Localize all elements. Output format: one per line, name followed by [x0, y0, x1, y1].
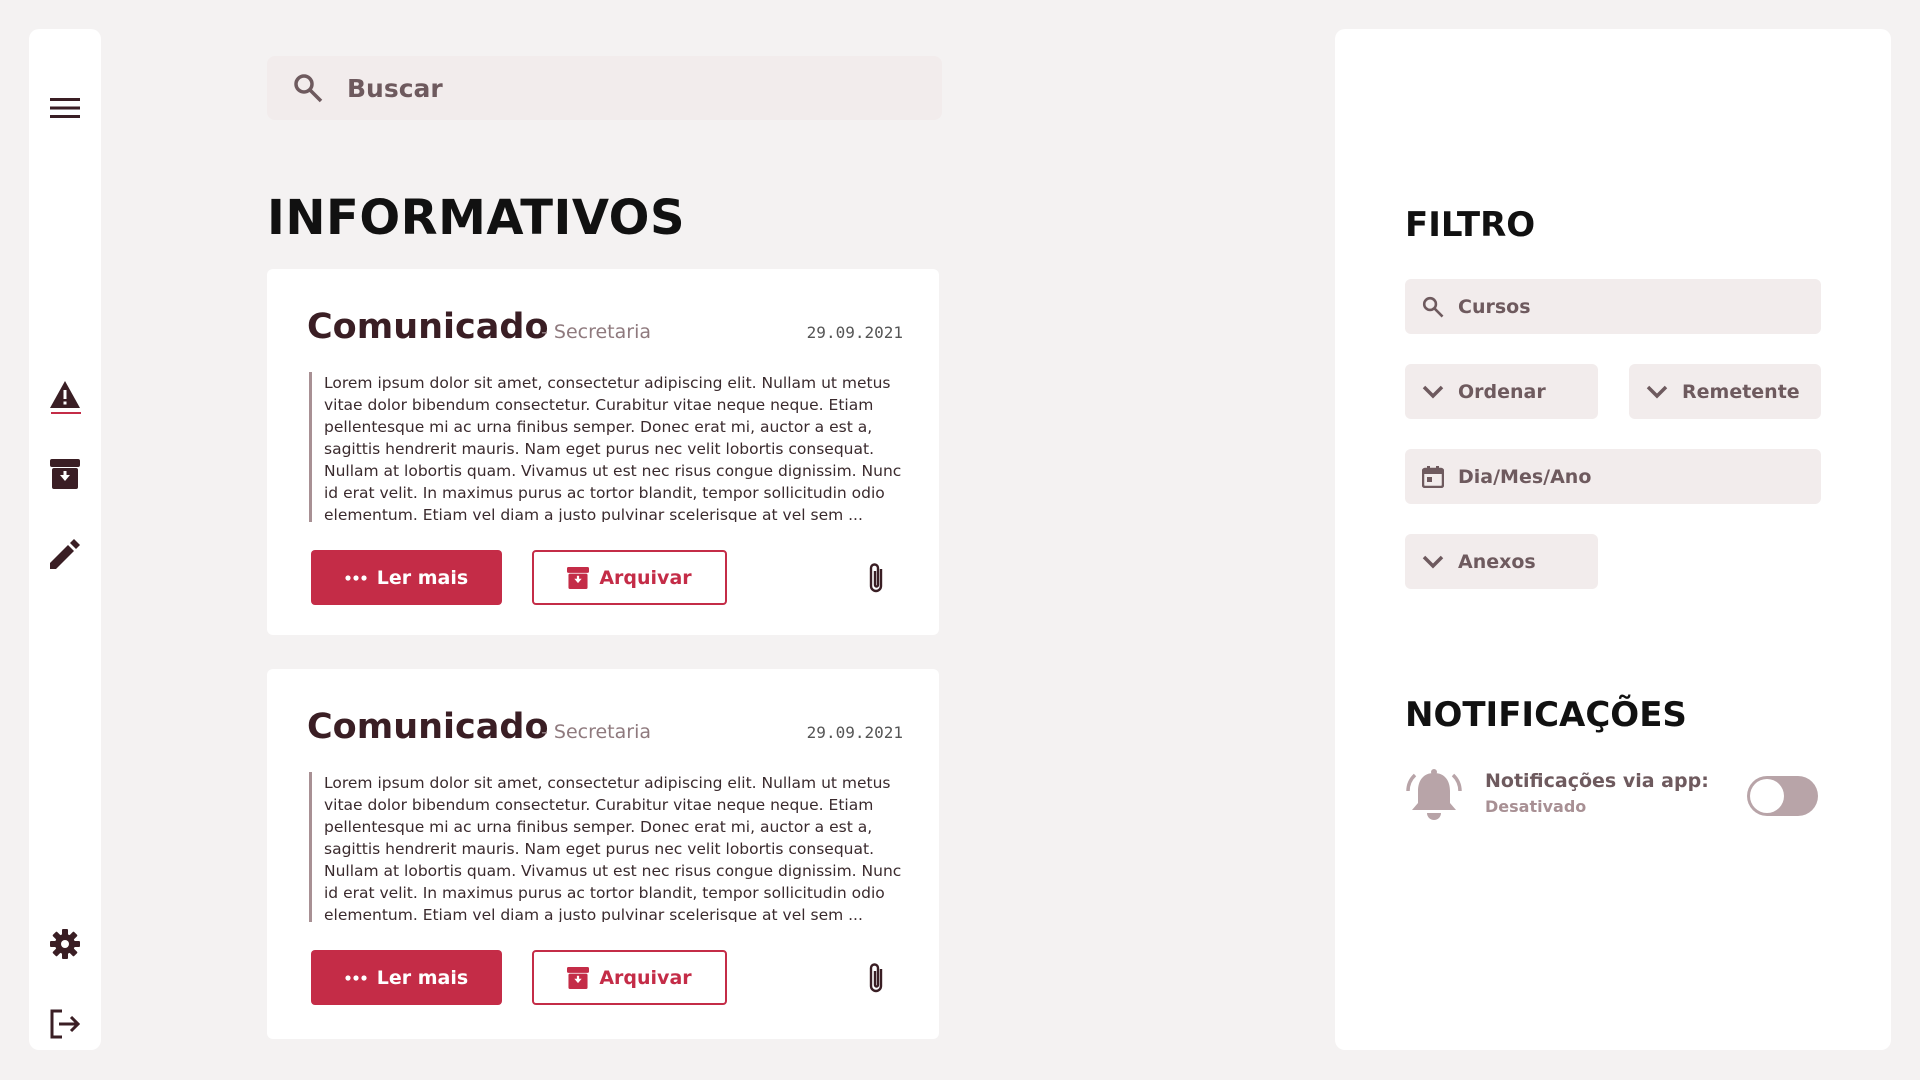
archive-icon	[567, 566, 590, 589]
pencil-icon[interactable]	[50, 539, 80, 569]
chevron-down-icon	[1422, 555, 1444, 568]
archive-icon	[567, 966, 590, 989]
announcement-card: Comunicado - Secretaria 29.09.2021 Lorem…	[267, 269, 939, 635]
notifications-title: NOTIFICAÇÕES	[1405, 695, 1687, 735]
more-dots-icon	[345, 574, 367, 581]
archive-icon[interactable]	[50, 459, 80, 489]
archive-button[interactable]: Arquivar	[532, 550, 727, 605]
warning-icon[interactable]	[50, 381, 80, 408]
attachment-icon[interactable]	[867, 961, 887, 995]
card-sender: - Secretaria	[541, 721, 652, 743]
read-more-label: Ler mais	[376, 966, 469, 989]
card-sender: - Secretaria	[541, 321, 652, 343]
date-label: Dia/Mes/Ano	[1458, 465, 1592, 488]
card-body: Lorem ipsum dolor sit amet, consectetur …	[309, 772, 914, 922]
read-more-button[interactable]: Ler mais	[311, 550, 502, 605]
filter-panel: FILTRO Cursos Ordenar Remetente Dia/Mes/…	[1335, 29, 1891, 1050]
more-dots-icon	[345, 974, 367, 981]
active-indicator	[51, 412, 81, 414]
sidebar	[29, 29, 101, 1050]
attachments-dropdown[interactable]: Anexos	[1405, 534, 1598, 589]
order-label: Ordenar	[1458, 380, 1546, 403]
search-bar	[267, 56, 942, 120]
logout-icon[interactable]	[50, 1009, 80, 1039]
archive-label: Arquivar	[599, 966, 692, 989]
toggle-knob	[1750, 779, 1784, 813]
archive-button[interactable]: Arquivar	[532, 950, 727, 1005]
chevron-down-icon	[1646, 385, 1668, 398]
archive-label: Arquivar	[599, 566, 692, 589]
notifications-toggle[interactable]	[1747, 776, 1818, 816]
card-date: 29.09.2021	[806, 723, 903, 742]
search-icon	[294, 74, 323, 103]
card-date: 29.09.2021	[806, 323, 903, 342]
attachment-icon[interactable]	[867, 561, 887, 595]
search-input[interactable]	[345, 72, 909, 104]
page-title: INFORMATIVOS	[267, 190, 686, 246]
notifications-label: Notificações via app:	[1485, 770, 1709, 792]
read-more-label: Ler mais	[376, 566, 469, 589]
sender-dropdown[interactable]: Remetente	[1629, 364, 1821, 419]
search-icon	[1422, 296, 1444, 317]
filter-title: FILTRO	[1405, 205, 1536, 245]
courses-label: Cursos	[1458, 295, 1531, 318]
announcement-card: Comunicado - Secretaria 29.09.2021 Lorem…	[267, 669, 939, 1039]
chevron-down-icon	[1422, 385, 1444, 398]
read-more-button[interactable]: Ler mais	[311, 950, 502, 1005]
attachments-label: Anexos	[1458, 550, 1536, 573]
order-dropdown[interactable]: Ordenar	[1405, 364, 1598, 419]
sender-label: Remetente	[1682, 380, 1800, 403]
calendar-icon	[1422, 465, 1444, 488]
date-filter[interactable]: Dia/Mes/Ano	[1405, 449, 1821, 504]
card-title: Comunicado	[307, 707, 549, 747]
bell-icon	[1406, 769, 1462, 820]
menu-icon[interactable]	[50, 96, 80, 120]
card-title: Comunicado	[307, 307, 549, 347]
card-body: Lorem ipsum dolor sit amet, consectetur …	[309, 372, 914, 522]
courses-filter[interactable]: Cursos	[1405, 279, 1821, 334]
notifications-state: Desativado	[1485, 797, 1587, 816]
gear-icon[interactable]	[50, 929, 80, 959]
